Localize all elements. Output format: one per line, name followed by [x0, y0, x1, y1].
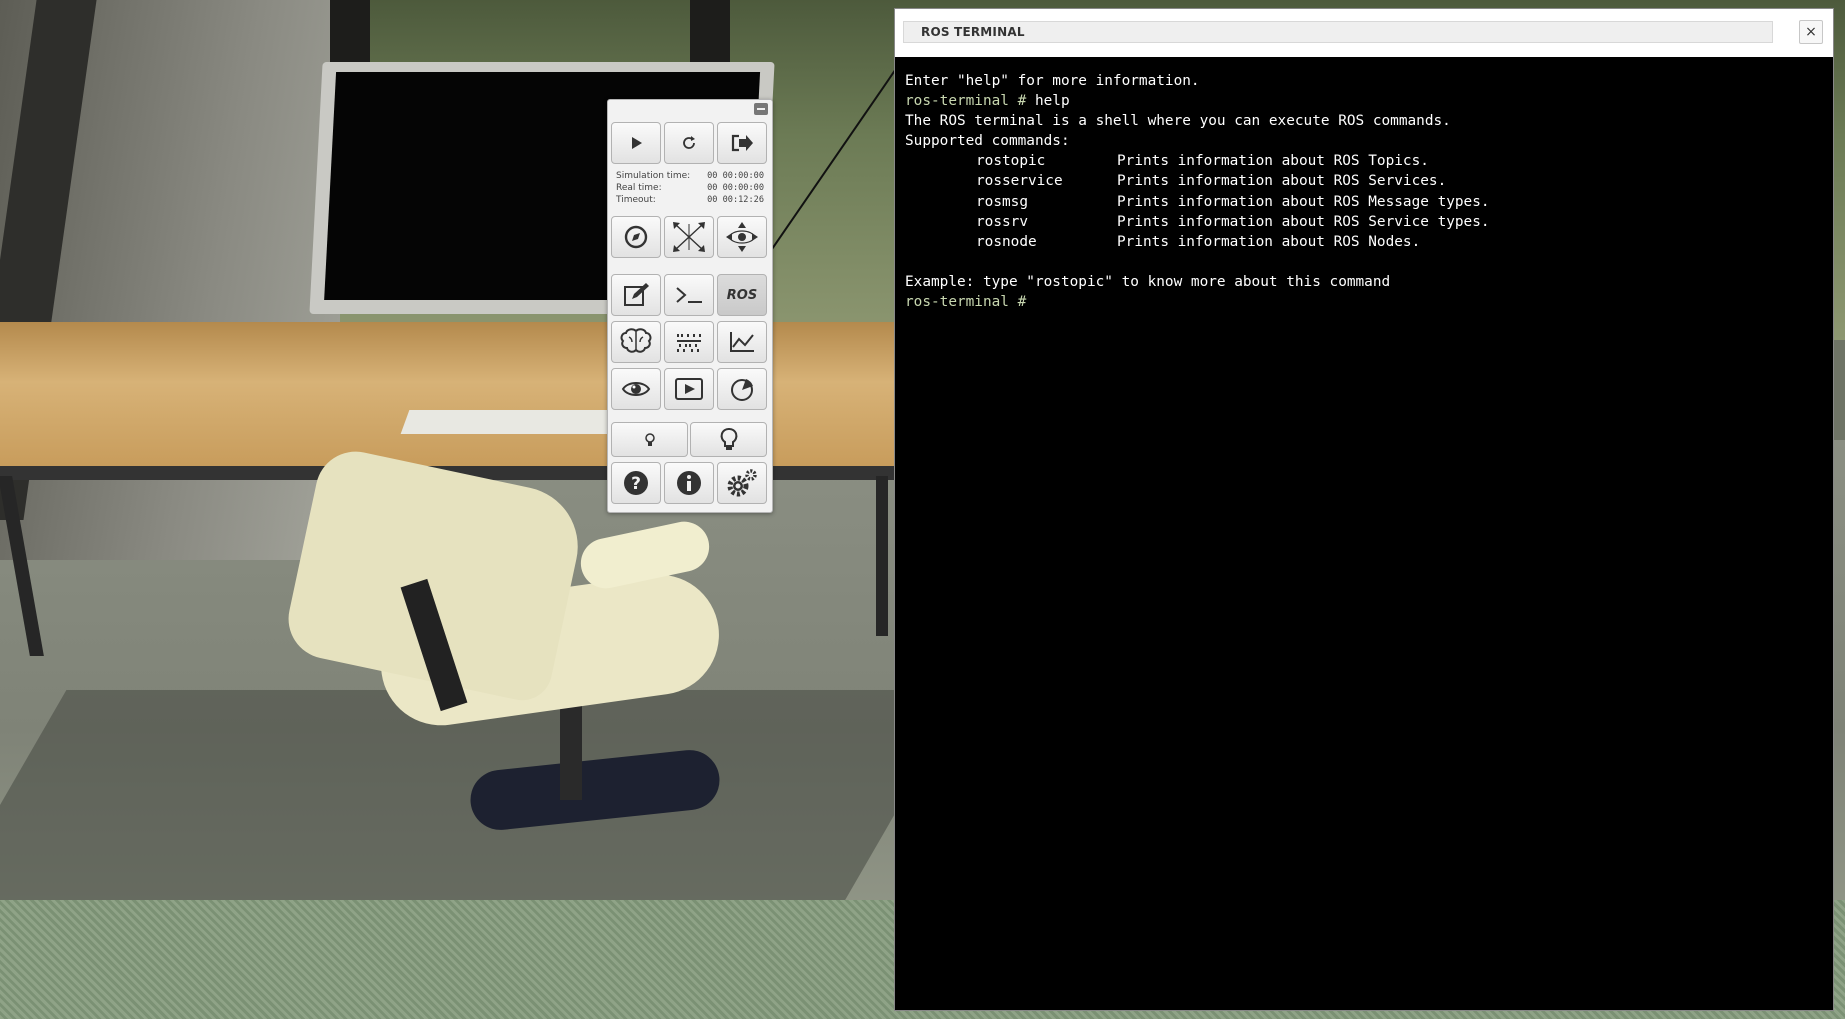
brain-button[interactable]	[611, 321, 661, 363]
plot-button[interactable]	[717, 321, 767, 363]
terminal-description-line: The ROS terminal is a shell where you ca…	[905, 113, 1451, 130]
command-row: rosnode Prints information about ROS Node…	[905, 232, 1823, 252]
editor-button[interactable]	[611, 274, 661, 316]
reset-button[interactable]	[664, 122, 714, 164]
settings-button[interactable]	[717, 462, 767, 504]
chair-stem	[560, 700, 582, 800]
move-arrows-icon	[673, 222, 705, 252]
light-bulb-small-icon	[644, 432, 655, 446]
play-button[interactable]	[611, 122, 661, 164]
play-icon	[632, 137, 642, 149]
command-description: Prints information about ROS Topics.	[1117, 153, 1429, 170]
gears-icon	[727, 469, 757, 497]
simulation-time-label: Simulation time:	[616, 171, 691, 181]
command-name: rosservice	[976, 173, 1063, 190]
reset-icon	[683, 136, 695, 149]
edit-icon	[624, 283, 649, 306]
command-description: Prints information about ROS Service typ…	[1117, 213, 1490, 230]
camera-view-button[interactable]	[611, 368, 661, 410]
command-name: rostopic	[976, 153, 1046, 170]
terminal-active-prompt-line[interactable]: ros-terminal #	[905, 292, 1823, 312]
exit-button[interactable]	[717, 122, 767, 164]
command-description: Prints information about ROS Services.	[1117, 173, 1447, 190]
desk-leg	[876, 476, 888, 636]
time-info: Simulation time: 00 00:00:00 Real time: 00…	[616, 170, 764, 206]
command-name: rosmsg	[976, 193, 1028, 210]
command-description: Prints information about ROS Nodes.	[1117, 233, 1421, 250]
real-time-value: 00 00:00:00	[707, 183, 764, 193]
brain-icon	[620, 328, 652, 353]
window-frame	[690, 0, 730, 70]
terminal-input-line: ros-terminal # help	[905, 91, 1823, 111]
typed-command: help	[1034, 93, 1070, 110]
spike-train-button[interactable]	[664, 321, 714, 363]
help-button[interactable]: ?	[611, 462, 661, 504]
command-name: rosnode	[976, 233, 1037, 250]
spike-train-icon	[677, 334, 701, 352]
translate-mode-button[interactable]	[664, 216, 714, 258]
terminal-icon	[676, 287, 702, 303]
terminal-output[interactable]: Enter "help" for more information. ros-te…	[905, 71, 1823, 1000]
terminal-prompt: ros-terminal #	[905, 294, 1027, 311]
orbit-mode-button[interactable]	[611, 216, 661, 258]
light-bulb-large-icon	[720, 427, 737, 450]
terminal-prompt: ros-terminal #	[905, 93, 1027, 110]
terminal-title-bar[interactable]: ROS TERMINAL	[903, 21, 1773, 43]
ros-label: ROS	[726, 287, 758, 303]
line-chart-icon	[730, 332, 754, 352]
decrease-light-button[interactable]	[611, 422, 688, 457]
supported-commands-header: Supported commands:	[905, 133, 1070, 150]
terminal-intro-line: Enter "help" for more information.	[905, 73, 1200, 89]
simulation-control-panel: Simulation time: 00 00:00:00 Real time: 00…	[607, 99, 773, 513]
terminal-title: ROS TERMINAL	[921, 25, 1025, 39]
close-button[interactable]: ×	[1799, 20, 1823, 44]
eye-icon	[621, 382, 651, 396]
command-row: rosmsg Prints information about ROS Messa…	[905, 192, 1823, 212]
compass-icon	[624, 225, 648, 249]
command-description: Prints information about ROS Message typ…	[1117, 193, 1490, 210]
command-row: rosservice Prints information about ROS S…	[905, 171, 1823, 191]
increase-light-button[interactable]	[690, 422, 767, 457]
question-icon: ?	[624, 471, 648, 495]
ros-terminal-window: ROS TERMINAL × Enter "help" for more inf…	[894, 8, 1834, 1011]
command-row: rostopic Prints information about ROS Top…	[905, 151, 1823, 171]
recording-button[interactable]	[664, 368, 714, 410]
svg-text:?: ?	[631, 474, 641, 494]
terminal-example-line: Example: type "rostopic" to know more ab…	[905, 273, 1391, 290]
rotate-arrows-icon	[726, 222, 758, 252]
minimize-icon[interactable]	[754, 103, 768, 115]
exit-icon	[731, 134, 753, 152]
performance-button[interactable]	[717, 368, 767, 410]
timeout-value: 00 00:12:26	[707, 195, 764, 205]
real-time-label: Real time:	[616, 183, 662, 193]
info-button[interactable]	[664, 462, 714, 504]
ros-terminal-button[interactable]: ROS	[717, 274, 767, 316]
simulation-time-value: 00 00:00:00	[707, 171, 764, 181]
info-icon	[677, 471, 701, 495]
command-name: rossrv	[976, 213, 1028, 230]
terminal-header: ROS TERMINAL ×	[895, 9, 1833, 57]
pie-gauge-icon	[731, 379, 753, 401]
video-play-icon	[675, 378, 703, 400]
command-row: rossrv Prints information about ROS Servi…	[905, 212, 1823, 232]
timeout-label: Timeout:	[616, 195, 656, 205]
rotate-mode-button[interactable]	[717, 216, 767, 258]
terminal-button[interactable]	[664, 274, 714, 316]
